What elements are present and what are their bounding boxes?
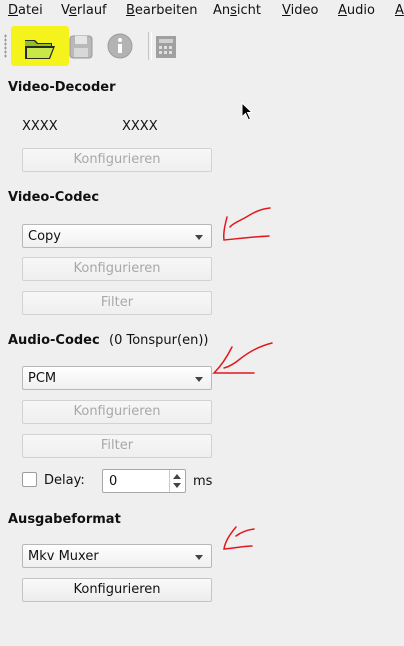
delay-stepper[interactable] [169, 470, 185, 492]
output-format-select[interactable]: Mkv Muxer [22, 544, 212, 568]
menu-datei[interactable]: Datei [8, 3, 43, 18]
arrow-down-icon[interactable] [173, 483, 181, 488]
chevron-down-icon [195, 377, 203, 382]
delay-checkbox[interactable] [22, 472, 37, 487]
menu-video[interactable]: Video [282, 3, 318, 18]
output-format-title: Ausgabeformat [8, 512, 121, 527]
delay-spinbox[interactable]: 0 [102, 469, 186, 493]
delay-unit: ms [193, 474, 213, 489]
chevron-down-icon [195, 555, 203, 560]
save-button[interactable] [64, 28, 100, 64]
red-annotation-arrow-1 [223, 207, 271, 241]
red-annotation-arrow-2 [212, 342, 273, 374]
info-icon [107, 33, 133, 59]
menu-verlauf[interactable]: Verlauf [61, 3, 107, 18]
calculator-button[interactable] [150, 28, 186, 64]
audio-codec-configure-button[interactable]: Konfigurieren [22, 400, 212, 424]
audio-codec-title: Audio-Codec [8, 333, 100, 348]
info-button[interactable] [102, 28, 138, 64]
video-decoder-value-1: XXXX [22, 119, 58, 134]
output-format-selected: Mkv Muxer [28, 549, 99, 564]
menu-audio[interactable]: Audio [338, 3, 375, 18]
video-decoder-configure-button[interactable]: Konfigurieren [22, 148, 212, 172]
video-codec-configure-button[interactable]: Konfigurieren [22, 257, 212, 281]
red-annotation-arrow-3 [223, 526, 255, 550]
audio-codec-selected: PCM [28, 371, 57, 386]
audio-filter-button[interactable]: Filter [22, 434, 212, 458]
mouse-pointer-icon [241, 102, 254, 121]
output-format-configure-button[interactable]: Konfigurieren [22, 578, 212, 602]
toolbar [0, 24, 404, 68]
video-decoder-title: Video-Decoder [8, 80, 116, 95]
menu-ansicht[interactable]: Ansicht [213, 3, 261, 18]
audio-track-count: (0 Tonspur(en)) [109, 333, 209, 348]
menu-bearbeiten[interactable]: Bearbeiten [126, 3, 197, 18]
film-calculator-icon [156, 36, 176, 58]
audio-codec-select[interactable]: PCM [22, 366, 212, 390]
video-codec-select[interactable]: Copy [22, 224, 212, 248]
folder-open-icon [25, 40, 55, 59]
open-button[interactable] [11, 26, 69, 66]
video-codec-selected: Copy [28, 229, 61, 244]
save-icon [69, 35, 93, 59]
delay-label: Delay: [44, 473, 85, 488]
video-filter-button[interactable]: Filter [22, 291, 212, 315]
delay-value: 0 [109, 474, 118, 489]
menu-a[interactable]: A [395, 3, 404, 18]
video-codec-title: Video-Codec [8, 190, 100, 205]
chevron-down-icon [195, 235, 203, 240]
toolbar-grip[interactable] [4, 34, 7, 58]
menu-bar: Datei Verlauf Bearbeiten Ansicht Video A… [0, 0, 404, 22]
arrow-up-icon[interactable] [173, 474, 181, 479]
video-decoder-value-2: XXXX [122, 119, 158, 134]
